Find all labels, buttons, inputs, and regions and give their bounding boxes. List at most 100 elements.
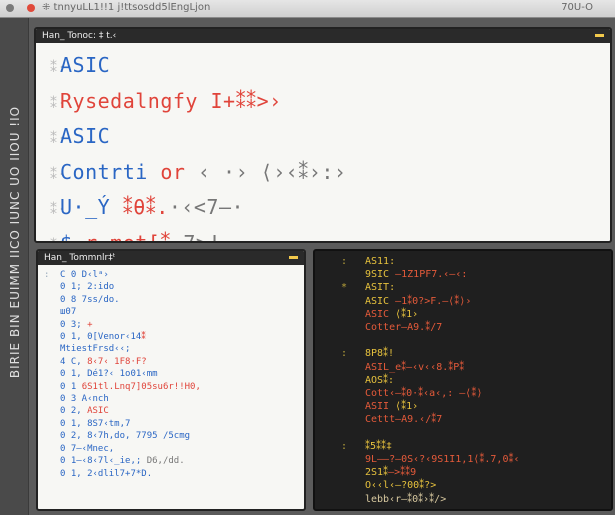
code-token: C 0 D‹lᵃ› (60, 270, 109, 280)
code-token: –1⁑0?>F.–⟨⁑⟩› (395, 295, 472, 307)
code-token: 0 1 (60, 381, 82, 392)
code-token: AOS⁑: (365, 374, 395, 386)
code-token: 0 2, 8‹7h,do, 7795 /5cmg (60, 431, 191, 442)
code-line: ⁑·ASIC (50, 49, 610, 85)
top-panel-header: Han_ Tonoc: ‡ t.‹ (36, 29, 610, 43)
code-token: 4 C, (60, 356, 88, 367)
minimize-icon[interactable] (289, 256, 298, 259)
code-token: MtiestFrsd‹‹; (60, 344, 131, 355)
code-line: ASII ⟨⁑1› (331, 400, 611, 413)
code-token: ASIL_e⁑–‹v‹‹8.⁑P⁑ (365, 361, 465, 373)
line-gutter: ⁑· (50, 202, 67, 218)
code-token: 6S1tl.Lnq7]05su6r!!H0, (81, 381, 201, 392)
code-line: ⁑·Contrti or ‹ ·› ⟨›‹⁑›:› (50, 156, 610, 192)
right-panel-code[interactable]: : AS11: 9SIC –1Z1PF7.‹–‹: * ASIT: ASIC –1⁑0?>… (315, 251, 611, 506)
code-token: 8‹7‹ 1F8·F? (87, 356, 147, 367)
code-line: 0 1–‹8‹7l‹_ie,; D6,/dd. (44, 455, 304, 467)
line-gutter: ⁑· (50, 131, 67, 147)
line-gutter: : (341, 440, 348, 452)
code-token: 0 1, 8S7‹tm,7 (60, 418, 131, 429)
left-panel-title: Han_ Tommnlr‡ᵗ (44, 253, 116, 263)
code-token: ⁑5⁑⁑‡ (365, 440, 393, 452)
code-token: 9SIC (365, 269, 396, 281)
code-line: 4 C, 8‹7‹ 1F8·F? (44, 356, 304, 368)
code-token: 8P8⁑! (365, 348, 395, 360)
code-token: Cettt–A9.‹/⁑7 (365, 414, 443, 426)
code-token: 0 1, Dé1?‹ 1o01‹mm (60, 369, 158, 380)
code-line: MtiestFrsd‹‹; (44, 343, 304, 355)
code-line: 0 2, ASIC (44, 405, 304, 417)
code-line: : ⁑5⁑⁑‡ (331, 440, 611, 453)
code-token: D6,/dd. (146, 456, 185, 467)
code-token: ASIC (60, 53, 111, 77)
line-gutter: : (44, 270, 50, 280)
code-token: 9L––?–0S‹?‹9S1I1,1⟨⁑.7,0⁑‹ (365, 454, 520, 466)
code-token: + (87, 319, 93, 330)
code-token: O‹‹l‹–?00⁑?> (365, 480, 437, 492)
code-line: 0 1, Dé1?‹ 1o01‹mm (44, 368, 304, 380)
code-token: ‹ ·› ⟨›‹⁑›:› (185, 159, 347, 184)
left-panel-header: Han_ Tommnlr‡ᵗ (38, 251, 304, 265)
line-gutter: ⁑· (50, 230, 66, 242)
code-token: r_met[⁑ (85, 230, 184, 243)
code-line: lebb‹r–⁑0⁑›⁑/> (331, 493, 611, 506)
code-line: AOS⁑: (331, 374, 611, 387)
code-line: 0 1, 0[Venor‹14⁑ (44, 331, 304, 343)
code-token: U·_Ý (60, 195, 123, 219)
code-line: 0 7–‹Mnec, (44, 443, 304, 455)
code-line: 9L––?–0S‹?‹9S1I1,1⟨⁑.7,0⁑‹ (331, 453, 611, 466)
code-line: 0 1, 8S7‹tm,7 (44, 418, 304, 430)
code-line: O‹‹l‹–?00⁑?> (331, 479, 611, 492)
code-token: ⁑ (141, 332, 146, 343)
code-token: –>⁑⁑9 (388, 467, 417, 479)
top-panel-code[interactable]: ⁑·ASIC ⁑·Rysedalngfy I+⁑⁑>› ⁑·ASIC ⁑·Contrt… (36, 43, 610, 243)
code-token: ⟨⁑1› (395, 401, 419, 413)
code-line: 9SIC –1Z1PF7.‹–‹: (331, 268, 611, 281)
code-token: 0 2, (60, 406, 88, 417)
code-token: ASIC (365, 295, 396, 307)
sidebar-vertical-label: BIRIE BIN EUIMM IICO IUNC UO IIOU !IO (8, 105, 22, 379)
window-titlebar: ⁜ tnnyuLL1!!1 j!ttsosdd5lEngLjon 70U-O (0, 0, 615, 18)
code-token: 0 1, 2‹dlil7+7*D. (60, 468, 153, 479)
window-controls[interactable]: 70U-O (561, 2, 593, 13)
code-line: 0 3 A‹nch (44, 393, 304, 405)
code-token: ASIC (365, 308, 396, 320)
top-panel-title: Han_ Tonoc: ‡ t.‹ (42, 31, 117, 41)
right-terminal-panel[interactable]: : AS11: 9SIC –1Z1PF7.‹–‹: * ASIT: ASIC –1⁑0?>… (313, 249, 613, 511)
code-line: : AS11: (331, 255, 611, 268)
code-token: ASIC (60, 124, 111, 148)
code-token: ·‹<7–· (168, 195, 245, 219)
code-line: 0 8 7ss/do. (44, 294, 304, 306)
close-icon[interactable] (27, 4, 35, 12)
minimize-icon[interactable] (595, 34, 604, 37)
code-line: ⁑·$ r_met[⁑ 7>! (50, 227, 610, 243)
code-token: ASIT: (365, 282, 396, 294)
code-line: ⁑·Rysedalngfy I+⁑⁑>› (50, 85, 610, 121)
code-line: Cettt–A9.‹/⁑7 (331, 413, 611, 426)
code-line: * ASIT: (331, 281, 611, 294)
left-panel-code[interactable]: : C 0 D‹lᵃ› 0 1; 2:ido 0 8 7ss/do. ш07 0 3; … (38, 265, 304, 480)
code-token: 0 8 7ss/do. (60, 294, 120, 305)
left-editor-panel[interactable]: Han_ Tommnlr‡ᵗ : C 0 D‹lᵃ› 0 1; 2:ido 0 8 … (36, 249, 306, 511)
code-token: 0 3 A‹nch (60, 394, 109, 405)
code-token: Cott‹–⁑0·⁑‹a‹,: –⟨⁑⟩ (365, 388, 483, 400)
code-token: ⁑θ⁑. (122, 195, 169, 219)
code-token: ⟨⁑1› (395, 308, 419, 320)
code-line: 0 3; + (44, 319, 304, 331)
code-token: ASII (365, 401, 396, 413)
line-gutter: : (341, 348, 348, 360)
group-gap (331, 427, 611, 440)
sidebar: BIRIE BIN EUIMM IICO IUNC UO IIOU !IO (0, 18, 29, 515)
top-editor-panel[interactable]: Han_ Tonoc: ‡ t.‹ ⁑·ASIC ⁑·Rysedalngfy I+… (34, 27, 612, 243)
code-line: ⁑·U·_Ý ⁑θ⁑.·‹<7–· (50, 191, 610, 227)
code-line: ш07 (44, 306, 304, 318)
code-line: 0 1; 2:ido (44, 281, 304, 293)
code-line: ⁑·ASIC (50, 120, 610, 156)
code-token: Cotter–A9.⁑/7 (365, 322, 443, 334)
code-line: : C 0 D‹lᵃ› (44, 269, 304, 281)
code-line: ASIL_e⁑–‹v‹‹8.⁑P⁑ (331, 361, 611, 374)
group-gap (331, 334, 611, 347)
window-menu-icon[interactable] (6, 4, 14, 12)
window-title: ⁜ tnnyuLL1!!1 j!ttsosdd5lEngLjon (42, 2, 211, 13)
line-gutter: : (341, 256, 348, 267)
